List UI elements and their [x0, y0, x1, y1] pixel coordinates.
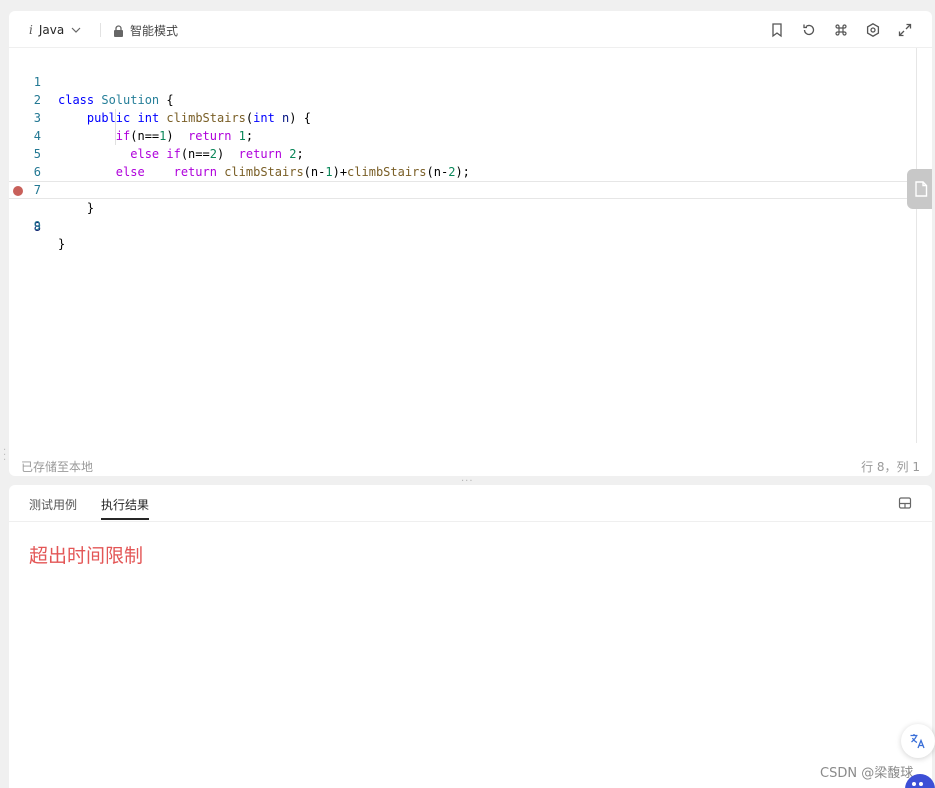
toolbar-actions: [768, 21, 914, 39]
assistant-eye: [912, 782, 916, 786]
bookmark-icon[interactable]: [768, 21, 786, 39]
status-bar: 已存储至本地 行 8，列 1: [9, 456, 932, 476]
editor-toolbar: i Java 智能模式: [9, 11, 932, 48]
code-editor-panel: i Java 智能模式 1 class Solution {2 public …: [9, 11, 932, 476]
cursor-position: 行 8，列 1: [861, 460, 920, 474]
language-select[interactable]: i Java: [29, 22, 82, 38]
code-line: 2 public int climbStairs(int n) {: [9, 73, 917, 125]
file-icon: [915, 181, 928, 197]
code-line: 7 }: [9, 163, 917, 215]
translate-icon: [910, 734, 925, 749]
active-tab-indicator: [101, 518, 149, 520]
language-label: Java: [38, 23, 65, 37]
code-line: 3 if(n==1) return 1;: [9, 91, 917, 143]
app-root: i Java 智能模式 1 class Solution {2 public …: [0, 0, 935, 788]
result-tabs: 测试用例 执行结果: [9, 485, 932, 522]
code-line: 9 }: [9, 199, 917, 251]
side-resize-handle[interactable]: · · ·: [3, 446, 6, 466]
breakpoint-icon[interactable]: [13, 186, 23, 196]
fullscreen-icon[interactable]: [896, 21, 914, 39]
result-panel: 测试用例 执行结果 超出时间限制: [9, 485, 932, 788]
save-status: 已存储至本地: [21, 460, 94, 474]
tab-result[interactable]: 执行结果: [101, 496, 149, 513]
layout-icon[interactable]: [898, 496, 912, 510]
info-icon: i: [29, 23, 33, 37]
reset-icon[interactable]: [800, 21, 818, 39]
translate-button[interactable]: [901, 724, 935, 758]
code-line: 6: [9, 145, 917, 179]
settings-icon[interactable]: [864, 21, 882, 39]
code-area[interactable]: 1 class Solution { 2 public int climbSta…: [9, 55, 917, 450]
lock-icon: [114, 24, 123, 37]
tab-testcase[interactable]: 测试用例: [29, 496, 77, 513]
watermark: CSDN @梁馥球: [820, 766, 914, 781]
code-line-active: 8: [9, 181, 917, 234]
assistant-eye: [919, 782, 923, 786]
result-message: 超出时间限制: [29, 545, 144, 567]
code-line: 1 class Solution {: [9, 55, 917, 107]
file-tab[interactable]: [907, 169, 932, 209]
code-line: 4 else if(n==2) return 2;: [9, 109, 917, 161]
command-icon[interactable]: [832, 21, 850, 39]
smart-mode-toggle[interactable]: 智能模式: [113, 22, 178, 39]
chevron-down-icon: [71, 27, 81, 33]
editor-scrollbar[interactable]: [916, 48, 917, 443]
line-number: 9: [33, 219, 41, 233]
mode-label: 智能模式: [130, 24, 179, 38]
toolbar-divider: [100, 23, 101, 37]
code-text: }: [58, 237, 66, 251]
code-line: 5 else return climbStairs(n-1)+climbStai…: [9, 127, 917, 179]
